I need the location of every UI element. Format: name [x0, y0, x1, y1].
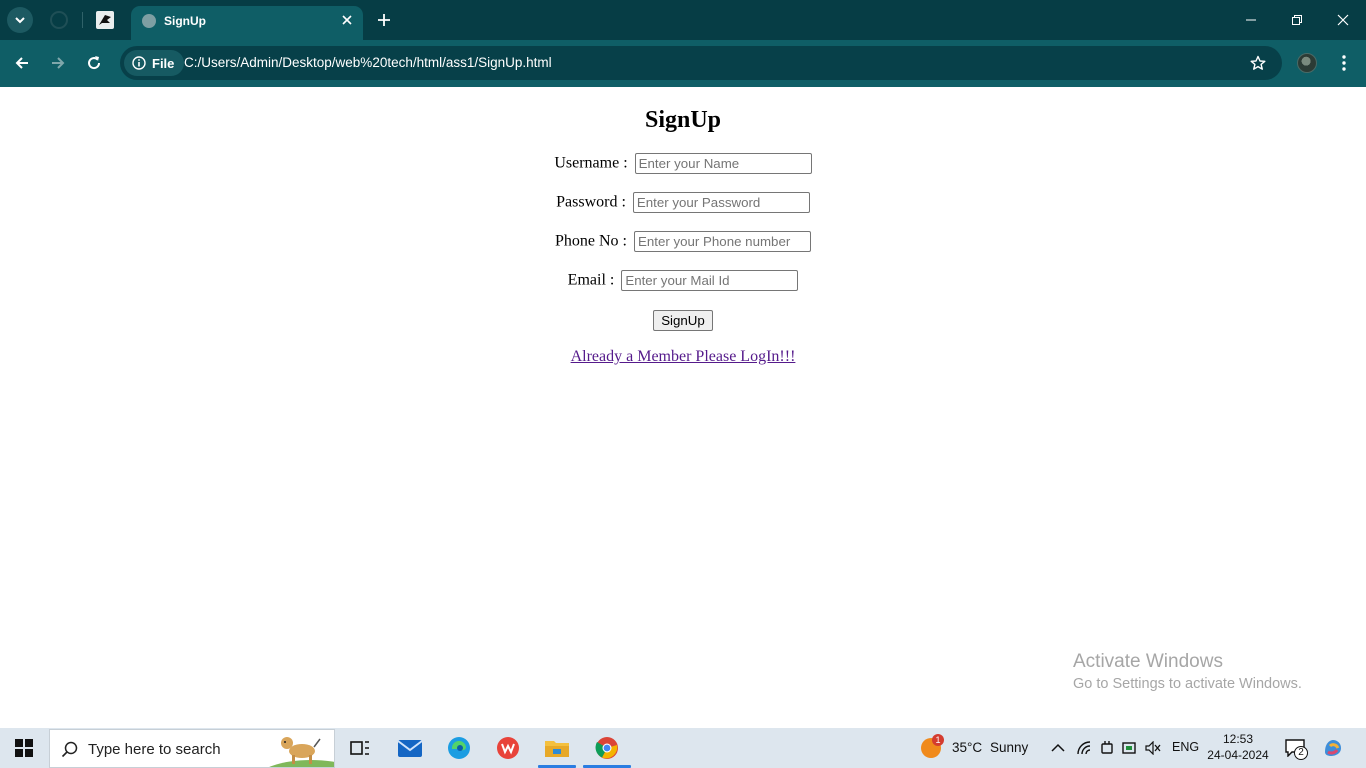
wifi-icon — [1077, 741, 1091, 755]
mail-app-button[interactable] — [395, 734, 425, 762]
arrow-left-icon — [15, 57, 28, 69]
weather-temperature: 35°C — [952, 740, 983, 755]
username-label: Username : — [554, 154, 628, 172]
reload-button[interactable] — [80, 49, 108, 77]
login-link[interactable]: Already a Member Please LogIn!!! — [571, 348, 796, 365]
search-placeholder: Type here to search — [88, 741, 221, 758]
url-text[interactable]: C:/Users/Admin/Desktop/web%20tech/html/a… — [184, 55, 552, 70]
password-row: Password : — [0, 192, 1366, 214]
pinned-tab-icon[interactable] — [96, 11, 114, 29]
search-icon — [61, 741, 78, 758]
show-hidden-icons-button[interactable] — [1046, 734, 1070, 762]
new-tab-button[interactable] — [372, 8, 396, 32]
tab-title: SignUp — [164, 14, 206, 28]
mail-icon — [397, 740, 423, 757]
file-explorer-button[interactable] — [542, 734, 572, 762]
network-button[interactable] — [1072, 734, 1096, 762]
globe-icon — [142, 14, 156, 28]
chrome-icon — [595, 737, 618, 759]
site-info-chip[interactable]: File — [124, 50, 185, 76]
email-input[interactable] — [621, 270, 799, 291]
meet-now-button[interactable] — [1096, 734, 1118, 762]
star-icon — [1250, 55, 1266, 70]
minimize-icon — [1246, 19, 1256, 21]
tab-group-icon[interactable] — [50, 11, 68, 29]
notification-count: 2 — [1294, 746, 1308, 760]
activation-watermark: Activate Windows Go to Settings to activ… — [1073, 651, 1302, 692]
volume-button[interactable] — [1142, 734, 1164, 762]
chevron-down-icon — [15, 17, 25, 24]
copilot-button[interactable] — [1318, 734, 1348, 762]
page-content: SignUp Username : Password : Phone No : … — [0, 87, 1366, 728]
phone-input[interactable] — [634, 231, 811, 252]
battery-button[interactable] — [1119, 734, 1141, 762]
wps-icon — [497, 737, 519, 759]
reload-icon — [88, 56, 101, 70]
dog-illustration-icon — [281, 737, 321, 764]
restore-button[interactable] — [1274, 6, 1320, 34]
password-label: Password : — [556, 193, 626, 211]
weather-condition: Sunny — [990, 740, 1029, 755]
weather-badge: 1 — [932, 734, 944, 746]
signup-button[interactable]: SignUp — [653, 310, 713, 331]
clock[interactable]: 12:53 24-04-2024 — [1204, 731, 1272, 765]
close-window-button[interactable] — [1320, 6, 1366, 34]
info-icon — [132, 56, 146, 70]
chevron-up-icon — [1051, 743, 1065, 752]
weather-widget[interactable]: 1 35°C Sunny — [918, 734, 1033, 762]
username-row: Username : — [0, 153, 1366, 175]
close-icon — [342, 15, 352, 25]
volume-muted-icon — [1145, 741, 1161, 755]
edge-browser-button[interactable] — [444, 734, 474, 762]
browser-tab-bar: SignUp — [0, 0, 1366, 40]
windows-logo-icon — [15, 739, 33, 757]
address-bar[interactable]: File C:/Users/Admin/Desktop/web%20tech/h… — [120, 46, 1282, 80]
arrow-right-icon — [52, 57, 65, 69]
watermark-title: Activate Windows — [1073, 651, 1223, 672]
restore-icon — [1292, 15, 1302, 25]
back-button[interactable] — [8, 49, 36, 77]
chrome-browser-button[interactable] — [592, 734, 622, 762]
phone-label: Phone No : — [555, 232, 627, 250]
start-button[interactable] — [0, 728, 48, 768]
folder-icon — [545, 741, 569, 757]
close-icon — [1337, 14, 1349, 26]
taskbar: Type here to search 1 35°C Sunny ENG 12:… — [0, 728, 1366, 768]
close-tab-button[interactable] — [337, 10, 357, 30]
login-link-row: Already a Member Please LogIn!!! — [0, 348, 1366, 366]
page-title: SignUp — [644, 107, 722, 133]
watermark-subtitle: Go to Settings to activate Windows. — [1073, 676, 1302, 692]
email-row: Email : — [0, 270, 1366, 292]
meet-icon — [1101, 741, 1113, 754]
tab-signup[interactable]: SignUp — [131, 6, 363, 40]
task-view-icon — [350, 741, 369, 755]
clock-date: 24-04-2024 — [1207, 748, 1269, 762]
task-view-button[interactable] — [345, 734, 375, 762]
password-input[interactable] — [632, 192, 810, 213]
bookmark-button[interactable] — [1248, 53, 1268, 73]
email-label: Email : — [567, 271, 615, 289]
plus-icon — [378, 14, 390, 26]
taskbar-search[interactable]: Type here to search — [49, 729, 335, 768]
clock-time: 12:53 — [1222, 732, 1254, 746]
tab-search-button[interactable] — [7, 7, 33, 33]
profile-avatar[interactable] — [1297, 53, 1317, 73]
username-input[interactable] — [634, 153, 812, 174]
browser-toolbar: File C:/Users/Admin/Desktop/web%20tech/h… — [0, 40, 1366, 87]
forward-button[interactable] — [44, 49, 72, 77]
phone-row: Phone No : — [0, 231, 1366, 253]
browser-menu-button[interactable] — [1332, 50, 1356, 76]
notification-center-button[interactable]: 2 — [1281, 734, 1309, 762]
language-indicator[interactable]: ENG — [1172, 740, 1199, 754]
edge-icon — [448, 737, 470, 759]
tab-separator — [82, 12, 83, 28]
wps-office-button[interactable] — [493, 734, 523, 762]
site-info-label: File — [152, 55, 175, 71]
copilot-icon — [1325, 740, 1341, 756]
minimize-button[interactable] — [1228, 6, 1274, 34]
more-vert-icon — [1342, 55, 1346, 71]
battery-icon — [1122, 742, 1136, 754]
